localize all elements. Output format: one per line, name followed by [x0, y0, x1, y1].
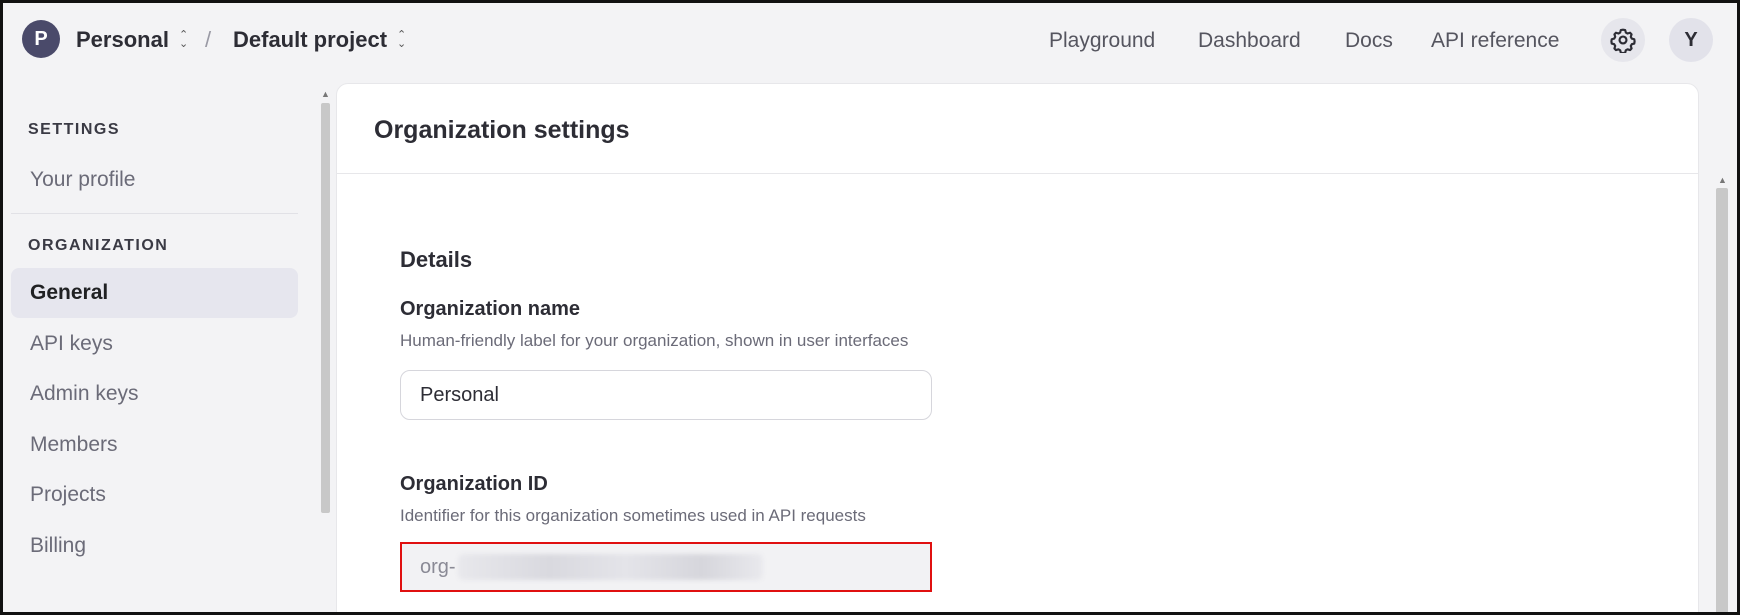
nav-api-reference[interactable]: API reference [1431, 29, 1559, 53]
sidebar-item-general[interactable]: General [11, 268, 298, 318]
sidebar-item-billing[interactable]: Billing [11, 521, 298, 571]
main-scroll-thumb[interactable] [1716, 188, 1728, 612]
org-name: Personal [76, 27, 169, 52]
top-bar: P Personal ⌃ ⌄ / Default project ⌃ ⌄ Playg… [3, 3, 1737, 79]
gear-icon [1610, 28, 1636, 53]
org-id-prefix: org- [420, 555, 456, 578]
nav-playground[interactable]: Playground [1049, 29, 1155, 53]
org-name-help: Human-friendly label for your organizati… [400, 331, 909, 350]
scroll-up-arrow-icon[interactable]: ▲ [321, 89, 330, 99]
sidebar-heading-settings: SETTINGS [28, 121, 121, 138]
org-id-field[interactable]: org- [400, 542, 932, 592]
user-avatar[interactable]: Y [1669, 18, 1713, 62]
app-window: P Personal ⌃ ⌄ / Default project ⌃ ⌄ Playg… [0, 0, 1740, 615]
main-panel: Organization settings Details Organizati… [336, 83, 1699, 612]
sidebar-item-your-profile[interactable]: Your profile [11, 155, 298, 205]
details-heading: Details [400, 247, 473, 272]
sidebar-item-api-keys[interactable]: API keys [11, 319, 298, 369]
settings-button[interactable] [1601, 18, 1645, 62]
org-name-input[interactable] [400, 370, 932, 420]
chevron-updown-icon: ⌃ ⌄ [397, 29, 407, 50]
sidebar-item-admin-keys[interactable]: Admin keys [11, 369, 298, 419]
redacted-org-id [457, 554, 763, 580]
project-switcher[interactable]: Default project ⌃ ⌄ [233, 27, 406, 53]
project-name: Default project [233, 27, 388, 52]
scroll-up-arrow-icon[interactable]: ▲ [1718, 175, 1727, 185]
chevron-updown-icon: ⌃ ⌄ [178, 29, 189, 50]
org-id-help: Identifier for this organization sometim… [400, 506, 866, 525]
sidebar: SETTINGS Your profile ORGANIZATION Gener… [3, 79, 303, 612]
sidebar-scroll-thumb[interactable] [321, 103, 330, 513]
org-id-label: Organization ID [400, 473, 548, 495]
main-header: Organization settings [337, 84, 1698, 174]
sidebar-divider [11, 213, 298, 214]
org-switcher[interactable]: Personal ⌃ ⌄ [76, 27, 188, 53]
sidebar-item-members[interactable]: Members [11, 420, 298, 470]
sidebar-heading-organization: ORGANIZATION [28, 237, 169, 254]
nav-dashboard[interactable]: Dashboard [1198, 29, 1301, 53]
sidebar-item-projects[interactable]: Projects [11, 470, 298, 520]
nav-docs[interactable]: Docs [1345, 29, 1393, 53]
breadcrumb-separator: / [205, 27, 212, 52]
page-title: Organization settings [374, 116, 630, 144]
org-name-label: Organization name [400, 298, 581, 320]
org-avatar[interactable]: P [22, 20, 60, 58]
